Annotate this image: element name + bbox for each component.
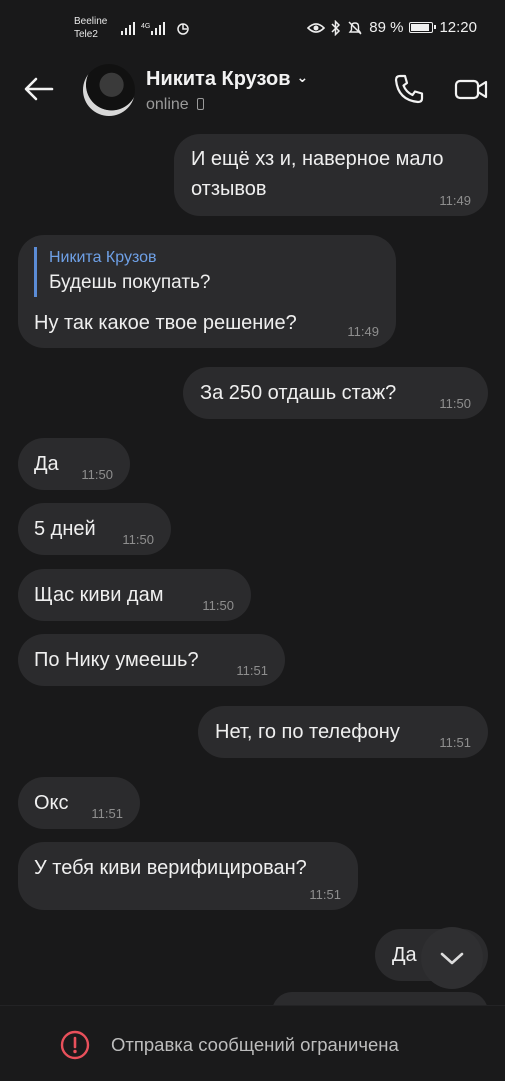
scroll-down-button[interactable] [421,927,483,989]
message-time: 11:51 [439,735,471,750]
status-bar: Beeline Tele2 4G 89 % 12:20 [0,0,505,56]
battery-level-fill [411,24,430,31]
bluetooth-icon [331,19,341,36]
reply-author: Никита Крузов [49,249,157,266]
phone-icon[interactable] [392,72,428,106]
battery-percent: 89 % [369,19,404,36]
message-text: Да [392,944,417,966]
message-text: 5 дней [34,518,96,540]
avatar[interactable] [83,64,135,116]
carrier-1: Beeline [74,16,108,27]
message-incoming[interactable]: Окс 11:51 [18,777,140,829]
eye-icon [307,22,326,33]
chat-header: Никита Крузов ⌄ online [0,56,505,122]
message-text: Окс [34,792,69,814]
mute-bell-icon [348,20,362,35]
presence-text: online [146,96,189,113]
message-text: За 250 отдашь стаж? [200,382,397,404]
message-time: 11:51 [91,806,123,821]
message-incoming[interactable]: 5 дней 11:50 [18,503,171,555]
message-text: У тебя киви верифицирован? [34,857,307,879]
presence-status: online [146,96,204,114]
message-incoming[interactable]: По Нику умеешь? 11:51 [18,634,285,686]
messaging-restricted-bar: Отправка сообщений ограничена [0,1005,505,1081]
message-incoming[interactable]: У тебя киви верифицирован? 11:51 [18,842,358,910]
message-outgoing[interactable]: И ещё хз и, наверное мало отзывов 11:49 [174,134,488,216]
message-text: И ещё хз и, наверное мало отзывов [191,148,444,200]
back-arrow-icon[interactable] [22,72,56,106]
message-text: Щас киви дам [34,584,164,606]
reply-text: Будешь покупать? [49,272,211,293]
carrier-2: Tele2 [74,29,98,40]
message-time: 11:49 [347,324,379,339]
message-time: 11:51 [309,887,341,902]
message-time: 11:49 [439,193,471,208]
message-outgoing[interactable]: За 250 отдашь стаж? 11:50 [183,367,488,419]
message-time: 11:50 [81,467,113,482]
message-text: Нет, го по телефону [215,721,400,743]
chevron-down-icon: ⌄ [296,69,309,85]
contact-name-button[interactable]: Никита Крузов ⌄ [146,68,308,91]
message-incoming[interactable]: Да 11:50 [18,438,130,490]
restriction-notice: Отправка сообщений ограничена [111,1034,399,1055]
message-incoming[interactable]: Щас киви дам 11:50 [18,569,251,621]
message-incoming[interactable]: Никита Крузов Будешь покупать? Ну так ка… [18,235,396,348]
signal-icons: 4G [121,22,189,35]
message-text: Ну так какое твое решение? [34,312,297,334]
message-text: Да [34,453,59,475]
clock: 12:20 [439,19,477,36]
video-call-icon[interactable] [453,72,489,106]
message-text: По Нику умеешь? [34,649,199,671]
battery-icon [409,22,437,33]
contact-name: Никита Крузов [146,68,291,90]
warning-circle-icon [60,1030,90,1060]
net-type-label: 4G [141,23,150,30]
status-right: 89 % 12:20 [307,19,477,36]
message-time: 11:51 [236,663,268,678]
reply-quote[interactable]: Никита Крузов Будешь покупать? [34,247,210,297]
carrier-labels: Beeline Tele2 [74,15,107,41]
chevron-down-icon [440,952,464,965]
message-outgoing[interactable]: Нет, го по телефону 11:51 [198,706,488,758]
mobile-device-icon [196,98,204,110]
message-time: 11:50 [122,532,154,547]
message-time: 11:50 [202,598,234,613]
message-time: 11:50 [439,396,471,411]
